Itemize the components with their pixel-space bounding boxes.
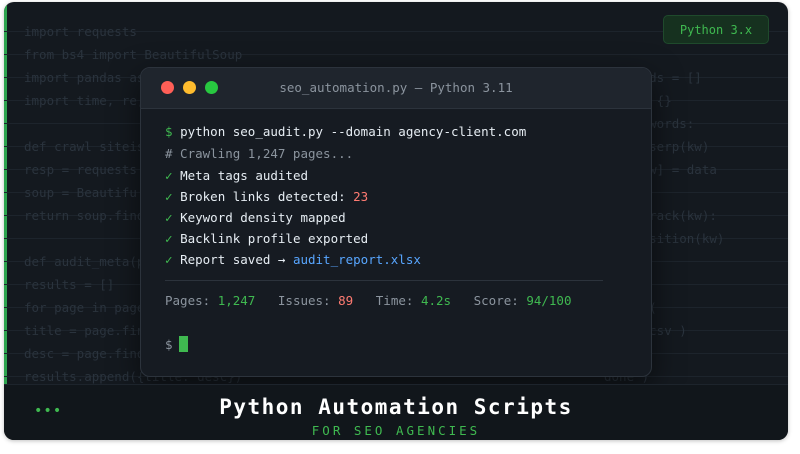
stat-label: Time: xyxy=(375,293,414,308)
stat-pages-value: 1,247 xyxy=(217,293,256,308)
background-code-line: import requests xyxy=(24,24,137,39)
stat-label: Issues: xyxy=(277,293,331,308)
stats-divider xyxy=(165,280,603,281)
check-text: Broken links detected: xyxy=(180,189,354,204)
terminal-titlebar: seo_automation.py — Python 3.11 xyxy=(141,68,651,109)
check-text: Backlink profile exported xyxy=(180,231,369,246)
input-line[interactable]: $ xyxy=(165,336,188,352)
prompt-symbol: $ xyxy=(165,124,173,139)
banner-card: import requests from bs4 import Beautiful… xyxy=(4,2,788,440)
accent-bar xyxy=(4,2,7,384)
check-line: ✓ Keyword density mapped xyxy=(165,210,346,225)
command-line: $ python seo_audit.py --domain agency-cl… xyxy=(165,124,526,139)
command-text: python seo_audit.py --domain agency-clie… xyxy=(180,124,527,139)
prompt-symbol: $ xyxy=(165,337,173,352)
checkmark-icon: ✓ xyxy=(165,168,173,183)
broken-links-count: 23 xyxy=(353,189,369,204)
check-text: Meta tags audited xyxy=(180,168,308,183)
background-code-line: from bs4 import BeautifulSoup xyxy=(24,47,243,62)
check-text: Report saved → xyxy=(180,252,293,267)
banner-subtitle: FOR SEO AGENCIES xyxy=(311,423,481,438)
crawl-comment: # Crawling 1,247 pages... xyxy=(165,146,354,161)
stat-issues-value: 89 xyxy=(338,293,354,308)
terminal-window: seo_automation.py — Python 3.11 $ python… xyxy=(140,67,652,377)
terminal-title: seo_automation.py — Python 3.11 xyxy=(279,80,513,95)
checkmark-icon: ✓ xyxy=(165,231,173,246)
check-line: ✓ Broken links detected: 23 xyxy=(165,189,368,204)
checkmark-icon: ✓ xyxy=(165,252,173,267)
checkmark-icon: ✓ xyxy=(165,189,173,204)
report-filename: audit_report.xlsx xyxy=(292,252,421,267)
check-text: Keyword density mapped xyxy=(180,210,346,225)
check-line: ✓ Meta tags audited xyxy=(165,168,308,183)
stat-label: Score: xyxy=(473,293,519,308)
footer-banner: ••• Python Automation Scripts FOR SEO AG… xyxy=(4,384,788,440)
stat-label: Pages: xyxy=(165,293,211,308)
stat-score-value: 94/100 xyxy=(526,293,572,308)
python-version-badge: Python 3.x xyxy=(663,15,769,44)
background-code-line xyxy=(604,43,724,66)
check-line: ✓ Backlink profile exported xyxy=(165,231,368,246)
check-line: ✓ Report saved → audit_report.xlsx xyxy=(165,252,421,267)
stat-time-value: 4.2s xyxy=(420,293,452,308)
banner-title: Python Automation Scripts xyxy=(219,395,573,419)
cursor-block xyxy=(178,336,188,352)
stats-line: Pages: 1,247 Issues: 89 Time: 4.2s Score… xyxy=(165,293,571,308)
checkmark-icon: ✓ xyxy=(165,210,173,225)
